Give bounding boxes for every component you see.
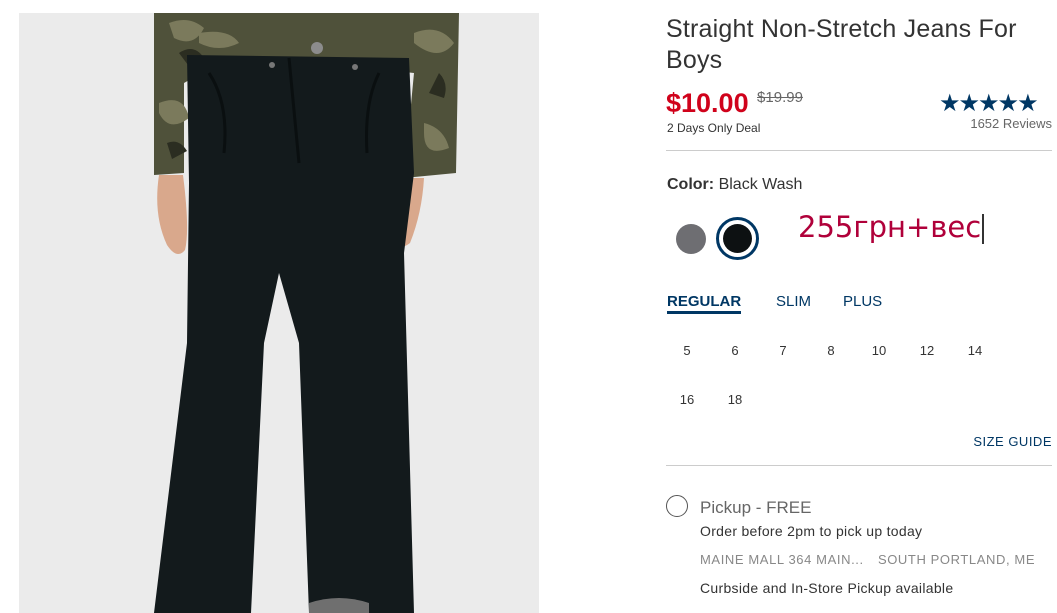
tab-slim[interactable]: SLIM (776, 293, 811, 310)
text-cursor (982, 214, 985, 244)
annotation-value: 255грн+вес (798, 210, 982, 244)
color-label: Color: (667, 176, 715, 193)
product-title: Straight Non-Stretch Jeans For Boys (666, 15, 1017, 74)
swatch-gray[interactable] (676, 224, 706, 254)
size-option[interactable]: 6 (715, 343, 755, 358)
store-info[interactable]: MAINE MALL 364 MAIN... SOUTH PORTLAND, M… (700, 552, 1045, 567)
deal-label: 2 Days Only Deal (667, 121, 761, 135)
tab-regular[interactable]: REGULAR (667, 293, 742, 314)
size-option[interactable]: 18 (715, 392, 755, 407)
color-selection-label: Color: Black Wash (667, 176, 802, 194)
size-option[interactable]: 8 (811, 343, 851, 358)
reviews-count-link[interactable]: 1652 Reviews (970, 116, 1052, 131)
size-option[interactable]: 5 (667, 343, 707, 358)
price-row: $10.00 $19.99 (666, 88, 803, 119)
original-price: $19.99 (757, 89, 803, 106)
rating-stars-icon[interactable]: ★★★★★ (939, 89, 1057, 118)
pickup-radio[interactable] (666, 495, 688, 517)
sale-price: $10.00 (666, 88, 749, 118)
product-image[interactable] (19, 13, 539, 613)
tab-plus[interactable]: PLUS (843, 293, 882, 310)
size-option[interactable]: 10 (859, 343, 899, 358)
swatch-black-fill (723, 224, 752, 253)
color-value: Black Wash (718, 176, 803, 193)
divider (666, 465, 1052, 466)
divider (666, 150, 1052, 151)
store-city: SOUTH PORTLAND, ME (877, 552, 1036, 567)
store-address: MAINE MALL 364 MAIN... (700, 552, 864, 567)
size-option[interactable]: 7 (763, 343, 803, 358)
size-option[interactable]: 12 (907, 343, 947, 358)
pickup-note: Order before 2pm to pick up today (700, 523, 923, 539)
size-option[interactable]: 14 (955, 343, 995, 358)
curbside-note: Curbside and In-Store Pickup available (700, 580, 954, 596)
pickup-title[interactable]: Pickup - FREE (700, 498, 811, 518)
size-guide-link[interactable]: SIZE GUIDE (973, 434, 1052, 449)
size-option[interactable]: 16 (667, 392, 707, 407)
annotation-text: 255грн+вес (798, 210, 985, 244)
swatch-black-wash[interactable] (716, 217, 759, 260)
